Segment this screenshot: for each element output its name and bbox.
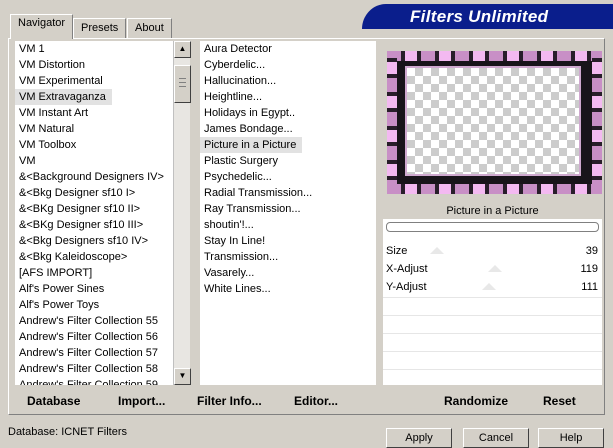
list-item[interactable]: Transmission...: [200, 249, 376, 265]
list-item[interactable]: Heightline...: [200, 89, 376, 105]
list-item[interactable]: Radial Transmission...: [200, 185, 376, 201]
filter-list[interactable]: Aura Detector Cyberdelic... Hallucination.…: [200, 41, 376, 385]
divider: [383, 333, 602, 334]
database-button[interactable]: Database: [27, 394, 80, 408]
list-item[interactable]: Andrew's Filter Collection 59: [15, 377, 173, 385]
list-item[interactable]: James Bondage...: [200, 121, 376, 137]
category-scrollbar[interactable]: ▲ ▼: [173, 41, 191, 385]
param-value: 111: [581, 281, 598, 293]
list-item[interactable]: &<Background Designers IV>: [15, 169, 173, 185]
divider: [383, 369, 602, 370]
preview-image: [387, 51, 602, 194]
preview-frame-bottom: [387, 184, 602, 194]
list-item[interactable]: VM 1: [15, 41, 173, 57]
list-item[interactable]: [AFS IMPORT]: [15, 265, 173, 281]
list-item[interactable]: Vasarely...: [200, 265, 376, 281]
filters-unlimited-brand: Filters Unlimited: [362, 4, 613, 29]
tab-navigator[interactable]: Navigator: [10, 14, 74, 39]
list-item[interactable]: &<Bkg Kaleidoscope>: [15, 249, 173, 265]
list-item[interactable]: Stay In Line!: [200, 233, 376, 249]
list-item[interactable]: Andrew's Filter Collection 56: [15, 329, 173, 345]
param-label: Y-Adjust: [386, 281, 427, 293]
scroll-up-arrow-icon[interactable]: ▲: [174, 41, 191, 58]
help-button[interactable]: Help: [538, 428, 604, 448]
list-item[interactable]: Hallucination...: [200, 73, 376, 89]
preview-frame-left: [387, 51, 397, 194]
slider-thumb-icon[interactable]: [488, 265, 502, 272]
list-item[interactable]: VM Distortion: [15, 57, 173, 73]
reset-button[interactable]: Reset: [543, 394, 576, 408]
list-item[interactable]: Andrew's Filter Collection 58: [15, 361, 173, 377]
preview-frame-right: [592, 51, 602, 194]
slider-thumb-icon[interactable]: [482, 283, 496, 290]
list-item[interactable]: VM Instant Art: [15, 105, 173, 121]
apply-button[interactable]: Apply: [386, 428, 452, 448]
database-status: Database: ICNET Filters: [8, 426, 128, 438]
selected-filter-name: Picture in a Picture: [383, 203, 602, 219]
category-list[interactable]: VM 1 VM Distortion VM Experimental VM Extra…: [15, 41, 173, 385]
list-item[interactable]: Holidays in Egypt..: [200, 105, 376, 121]
divider: [383, 351, 602, 352]
import-button[interactable]: Import...: [118, 394, 165, 408]
list-item[interactable]: VM: [15, 153, 173, 169]
list-item[interactable]: Picture in a Picture: [200, 137, 303, 153]
list-item[interactable]: &<Bkg Designer sf10 I>: [15, 185, 173, 201]
tab-about[interactable]: About: [127, 18, 172, 38]
progress-bar: [386, 222, 599, 232]
list-item[interactable]: VM Extravaganza: [15, 89, 112, 105]
list-item[interactable]: Alf's Power Sines: [15, 281, 173, 297]
param-y-adjust[interactable]: Y-Adjust 111: [383, 279, 602, 295]
param-value: 39: [585, 245, 598, 257]
list-item[interactable]: &<Bkg Designers sf10 IV>: [15, 233, 173, 249]
tab-presets[interactable]: Presets: [73, 18, 127, 38]
list-item[interactable]: Alf's Power Toys: [15, 297, 173, 313]
list-item[interactable]: VM Toolbox: [15, 137, 173, 153]
scroll-thumb[interactable]: [174, 65, 191, 103]
list-item[interactable]: White Lines...: [200, 281, 376, 297]
param-value: 119: [580, 263, 598, 275]
scroll-down-arrow-icon[interactable]: ▼: [174, 368, 191, 385]
slider-thumb-icon[interactable]: [430, 247, 444, 254]
list-item[interactable]: &<BKg Designer sf10 III>: [15, 217, 173, 233]
list-item[interactable]: &<BKg Designer sf10 II>: [15, 201, 173, 217]
filter-info-button[interactable]: Filter Info...: [197, 394, 262, 408]
preview-frame-top: [387, 51, 602, 61]
divider: [383, 315, 602, 316]
divider: [383, 297, 602, 298]
param-label: X-Adjust: [386, 263, 428, 275]
list-item[interactable]: Aura Detector: [200, 41, 376, 57]
cancel-button[interactable]: Cancel: [463, 428, 529, 448]
list-item[interactable]: VM Experimental: [15, 73, 173, 89]
list-item[interactable]: Andrew's Filter Collection 55: [15, 313, 173, 329]
list-item[interactable]: Ray Transmission...: [200, 201, 376, 217]
list-item[interactable]: VM Natural: [15, 121, 173, 137]
param-label: Size: [386, 245, 408, 257]
list-item[interactable]: Cyberdelic...: [200, 57, 376, 73]
randomize-button[interactable]: Randomize: [444, 394, 508, 408]
transparent-checkerboard: [405, 66, 581, 176]
list-item[interactable]: Psychedelic...: [200, 169, 376, 185]
editor-button[interactable]: Editor...: [294, 394, 338, 408]
param-size[interactable]: Size 39: [383, 243, 602, 259]
param-x-adjust[interactable]: X-Adjust 119: [383, 261, 602, 277]
list-item[interactable]: shoutin'!...: [200, 217, 376, 233]
list-item[interactable]: Andrew's Filter Collection 57: [15, 345, 173, 361]
list-item[interactable]: Plastic Surgery: [200, 153, 376, 169]
